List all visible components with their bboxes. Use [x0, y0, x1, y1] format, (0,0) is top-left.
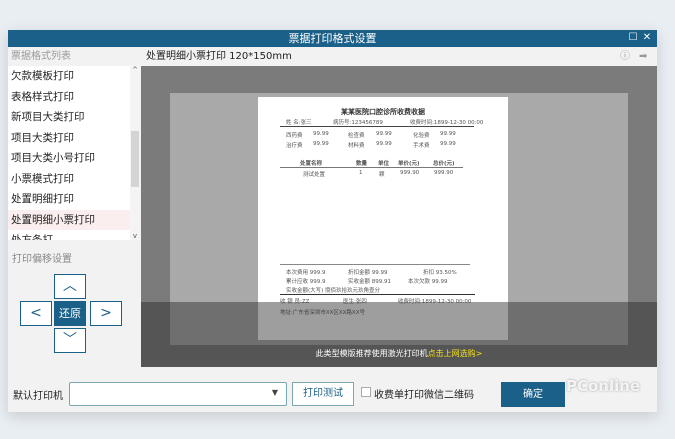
cell: 颗: [379, 172, 385, 178]
offset-left-button[interactable]: <: [20, 301, 52, 326]
close-icon[interactable]: ✕: [641, 32, 653, 44]
col-header: 数量: [356, 161, 368, 167]
cell: 测试处置: [303, 172, 326, 178]
summary: 实收金额(大写) 捌佰玖拾玖元玖角壹分: [286, 288, 381, 294]
summary: 折扣金额 99.99: [348, 270, 388, 276]
list-scrollbar[interactable]: ^ v: [130, 66, 140, 240]
qr-checkbox[interactable]: [361, 387, 371, 397]
buy-link[interactable]: 点击上网选购>: [428, 349, 483, 358]
fee-label: 材料费: [348, 143, 365, 149]
cell: 999.90: [400, 170, 420, 176]
test-print-button[interactable]: 打印测试: [292, 382, 354, 406]
bottom-bar: 默认打印机 ▼ 打印测试 收费单打印微信二维码 确定 PConline: [8, 367, 657, 412]
printer-select[interactable]: ▼: [69, 382, 287, 406]
dialog-title: 票据打印格式设置: [8, 30, 657, 47]
summary: 实收金额 899.91: [348, 279, 391, 285]
print-format-dialog: 票据打印格式设置 ☐ ✕ 票据格式列表 处置明细小票打印 120*150mm ⓘ…: [8, 30, 657, 412]
fee-label: 西药费: [286, 133, 303, 139]
format-item[interactable]: 欠款模板打印: [8, 66, 140, 87]
col-header: 总价(元): [433, 161, 455, 167]
format-item[interactable]: 处方条打: [8, 230, 140, 240]
divider: [280, 126, 474, 127]
maximize-icon[interactable]: ☐: [627, 32, 639, 44]
scroll-up-icon[interactable]: ^: [130, 66, 140, 74]
fee-value: 99.99: [440, 141, 456, 147]
format-item-selected[interactable]: 处置明细小票打印: [8, 209, 140, 230]
offset-up-button[interactable]: ︿: [54, 274, 86, 299]
col-header: 单价(元): [398, 161, 420, 167]
fee-label: 治疗费: [286, 143, 303, 149]
receipt-record: 病历号:123456789: [333, 120, 383, 126]
offset-label: 打印偏移设置: [12, 254, 72, 265]
divider: [280, 294, 475, 295]
col-header: 处置名称: [300, 161, 323, 167]
summary: 本次费用 999.9: [286, 270, 326, 276]
offset-down-button[interactable]: ﹀: [54, 328, 86, 353]
qr-label: 收费单打印微信二维码: [374, 390, 474, 401]
ok-button[interactable]: 确定: [501, 382, 565, 407]
scroll-thumb[interactable]: [131, 131, 139, 187]
format-item[interactable]: 小票模式打印: [8, 169, 140, 190]
cell: 999.90: [434, 170, 454, 176]
scroll-down-icon[interactable]: v: [130, 232, 140, 240]
col-header: 单位: [378, 161, 390, 167]
receipt-time: 收费时间:1899-12-30 00:00: [410, 120, 484, 126]
help-icon[interactable]: ⓘ: [620, 47, 630, 66]
divider: [280, 264, 470, 265]
format-item[interactable]: 表格样式打印: [8, 87, 140, 108]
fee-label: 检查费: [348, 133, 365, 139]
receipt-title: 某某医院口腔诊所收费收据: [341, 108, 425, 116]
cell: 1: [359, 170, 363, 176]
print-preview: 某某医院口腔诊所收费收据 姓 名:张三 病历号:123456789 收费时间:1…: [141, 66, 657, 367]
fee-value: 99.99: [376, 131, 392, 137]
format-item[interactable]: 处置明细打印: [8, 189, 140, 210]
fee-value: 99.99: [440, 131, 456, 137]
fee-value: 99.99: [313, 131, 329, 137]
format-item[interactable]: 项目大类小号打印: [8, 148, 140, 169]
list-header: 票据格式列表: [11, 51, 71, 62]
next-icon[interactable]: ➡: [639, 47, 647, 66]
chevron-down-icon: ▼: [271, 388, 278, 397]
format-item[interactable]: 新项目大类打印: [8, 107, 140, 128]
summary: 本次欠款 99.99: [408, 279, 448, 285]
fee-value: 99.99: [376, 141, 392, 147]
printer-label: 默认打印机: [13, 391, 63, 402]
summary: 折扣 93.50%: [423, 270, 457, 276]
divider: [280, 167, 463, 168]
format-item[interactable]: 项目大类打印: [8, 128, 140, 149]
offset-right-button[interactable]: >: [90, 301, 122, 326]
reset-button[interactable]: 还原: [54, 301, 86, 326]
receipt-name: 姓 名:张三: [286, 120, 312, 126]
current-format: 处置明细小票打印 120*150mm: [146, 51, 292, 62]
format-list: 欠款模板打印 表格样式打印 新项目大类打印 项目大类打印 项目大类小号打印 小票…: [8, 66, 140, 240]
fee-label: 手术费: [413, 143, 430, 149]
fee-label: 化验费: [413, 133, 430, 139]
fee-value: 99.99: [313, 141, 329, 147]
summary: 累计应收 999.9: [286, 279, 326, 285]
watermark-logo: PConline: [566, 377, 641, 395]
caption-text: 此类型模版推荐使用激光打印机: [315, 349, 428, 358]
printer-recommendation: 此类型模版推荐使用激光打印机点击上网选购>: [141, 348, 657, 359]
